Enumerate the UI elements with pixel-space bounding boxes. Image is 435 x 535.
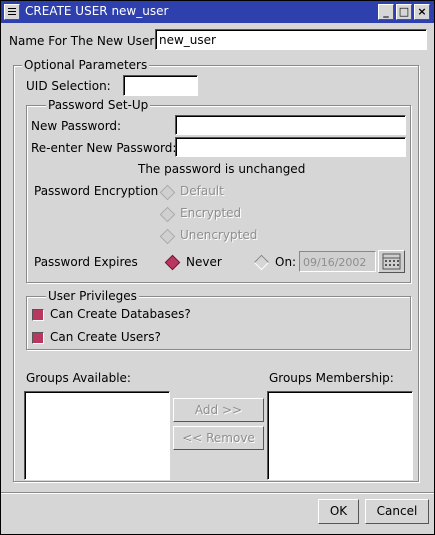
footer-separator: [1, 492, 434, 494]
reenter-password-label: Re-enter New Password:: [31, 141, 177, 155]
calendar-icon-glyph: [382, 253, 401, 270]
password-status: The password is unchanged: [138, 162, 306, 176]
new-password-label: New Password:: [31, 119, 122, 133]
minimize-icon[interactable]: _: [378, 4, 394, 20]
groups-membership-label: Groups Membership:: [269, 371, 394, 385]
calendar-icon[interactable]: [378, 250, 405, 273]
uid-label: UID Selection:: [26, 79, 111, 93]
expiry-date-input[interactable]: 09/16/2002: [299, 251, 376, 272]
radio-default-label: Default: [180, 184, 224, 198]
window-title: CREATE USER new_user: [25, 4, 169, 18]
radio-never-label: Never: [186, 255, 222, 269]
create-user-window: CREATE USER new_user _ □ × Name For The …: [0, 0, 435, 535]
ok-button[interactable]: OK: [318, 499, 359, 524]
radio-unencrypted-label: Unencrypted: [180, 228, 258, 242]
create-users-label: Can Create Users?: [50, 330, 161, 344]
groups-membership-list[interactable]: [267, 391, 413, 480]
groups-available-label: Groups Available:: [26, 371, 131, 385]
checkbox-create-users[interactable]: [32, 332, 44, 344]
window-menu-icon[interactable]: [4, 4, 20, 20]
new-password-input[interactable]: [175, 115, 406, 135]
maximize-icon[interactable]: □: [396, 4, 412, 20]
password-setup-legend: Password Set-Up: [46, 98, 151, 112]
uid-input[interactable]: [123, 75, 198, 96]
cancel-button[interactable]: Cancel: [365, 499, 429, 524]
close-icon[interactable]: ×: [414, 4, 430, 20]
create-databases-label: Can Create Databases?: [50, 307, 191, 321]
user-privileges-legend: User Privileges: [46, 289, 139, 303]
name-label: Name For The New User:: [9, 34, 159, 48]
title-bar[interactable]: CREATE USER new_user _ □ ×: [1, 1, 434, 23]
remove-group-button[interactable]: << Remove: [173, 426, 264, 450]
password-expires-label: Password Expires: [34, 255, 138, 269]
optional-parameters-legend: Optional Parameters: [22, 58, 150, 72]
reenter-password-input[interactable]: [175, 137, 406, 157]
radio-encrypted-label: Encrypted: [180, 206, 242, 220]
checkbox-create-databases[interactable]: [32, 309, 44, 321]
groups-available-list[interactable]: [24, 391, 170, 480]
radio-on-label: On:: [275, 255, 297, 269]
password-encryption-label: Password Encryption: [34, 184, 159, 198]
name-input[interactable]: new_user: [155, 29, 427, 50]
add-group-button[interactable]: Add >>: [173, 398, 264, 422]
